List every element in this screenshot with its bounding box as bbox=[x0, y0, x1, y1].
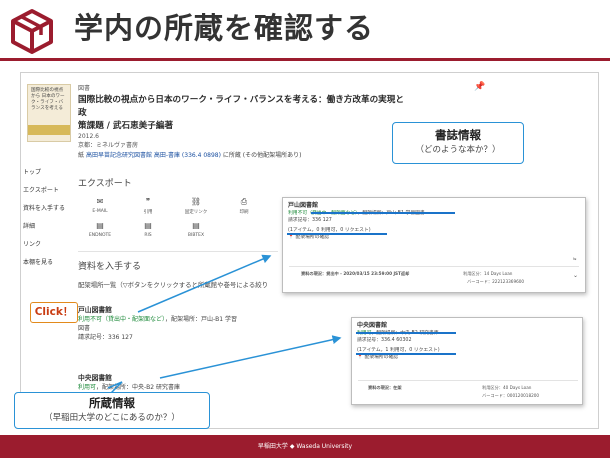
click-badge: Click！ bbox=[30, 302, 78, 323]
holding-status-location: ，配架場所：中央-B2 研究書庫 bbox=[96, 384, 181, 391]
export-bibtex-button[interactable]: ▤ BIBTEX bbox=[174, 221, 218, 238]
popup-item-loan-type: 利用区分：14 Days Loan bbox=[463, 271, 513, 276]
popup-central-library: 中央図書館 利用可，配架場所：中央-B2 研究書庫 請求記号：336.4 603… bbox=[351, 317, 583, 405]
file-icon: ▤ bbox=[192, 221, 200, 230]
book-publisher: 京都：ミネルヴァ書房 bbox=[78, 141, 139, 149]
holding-summary: 紙 高田早苗記念研究図書館 高田-書庫 (336.4 0898) に所蔵 (その… bbox=[78, 151, 408, 160]
material-type: 図書 bbox=[78, 85, 91, 92]
holding-status: 利用可，配架場所：中央-B2 研究書庫 bbox=[78, 383, 278, 392]
link-icon: ⛓ bbox=[190, 197, 202, 206]
callout-bibliographic-info: 書誌情報 （どのような本か？） bbox=[392, 122, 524, 164]
export-ris-label: RIS bbox=[144, 233, 152, 238]
availability-heading: 資料を入手する bbox=[78, 262, 142, 272]
popup-map-link[interactable]: 📍 配架場所の確認 bbox=[288, 234, 425, 241]
popup-item-barcode: バーコード：000120018200 bbox=[482, 393, 540, 398]
book-cover-band bbox=[28, 125, 70, 135]
location-pin-icon: 📍 bbox=[288, 235, 294, 240]
popup-item-loan-type: 利用区分：40 Days Loan bbox=[482, 385, 532, 390]
nav-item-bookshelf[interactable]: 本棚を見る bbox=[23, 259, 83, 267]
holding-status-availability: 利用不可（貸出中・配架面など） bbox=[78, 316, 166, 323]
book-title-line2: 策課題 / 武石恵美子編著 bbox=[78, 121, 174, 131]
holding-entry-central[interactable]: 中央図書館 利用可，配架場所：中央-B2 研究書庫 bbox=[78, 373, 278, 392]
highlight-underline bbox=[311, 212, 455, 214]
location-pin-icon: 📍 bbox=[357, 355, 363, 360]
callout-holding-info: 所蔵情報 （早稲田大学のどこにあるのか？） bbox=[14, 392, 210, 429]
divider bbox=[78, 251, 278, 252]
nav-item-export[interactable]: エクスポート bbox=[23, 187, 83, 195]
holding-suffix: に所蔵 (その他配架場所あり) bbox=[222, 152, 302, 159]
file-icon: ▤ bbox=[144, 221, 152, 230]
book-cover: 国際比較の視点から 日本のワーク・ライフ・バランスを考える bbox=[27, 84, 71, 142]
export-endnote-button[interactable]: ▤ ENDNOTE bbox=[78, 221, 122, 238]
popup-toyama-library: 戸山図書館 利用不可（貸出中・配架面など），配架場所：戸山-B1 学習図書 請求… bbox=[282, 197, 586, 293]
popup-item-status: 資料の現況：在架 bbox=[368, 385, 402, 390]
popup-library-name: 戸山図書館 bbox=[288, 202, 319, 209]
book-cover-text: 国際比較の視点から 日本のワーク・ライフ・バランスを考える bbox=[31, 88, 65, 111]
export-heading: エクスポート bbox=[78, 179, 132, 189]
holding-status: 利用不可（貸出中・配架面など），配架場所：戸山-B1 学習 bbox=[78, 315, 278, 324]
export-ris-button[interactable]: ▤ RIS bbox=[126, 221, 170, 238]
callout-biblio-title: 書誌情報 bbox=[435, 128, 481, 142]
popup-map-link[interactable]: 📍 配架場所の確認 bbox=[357, 354, 440, 361]
slide-header: 学内の所蔵を確認する bbox=[0, 0, 610, 68]
export-email-button[interactable]: ✉ E-MAIL bbox=[78, 197, 122, 214]
popup-call-number: 請求記号：336.4 60302 bbox=[357, 338, 412, 343]
holding-location-cont: 図書 bbox=[78, 325, 91, 332]
popup-item-status: 資料の現況：貸出中 - 2020/03/15 23:59:00 JST返却 bbox=[301, 271, 410, 276]
popup-call-number: 請求記号：336 127 bbox=[288, 218, 332, 223]
holding-library-name: 中央図書館 bbox=[78, 374, 112, 382]
holding-call-number: 請求記号：336 127 bbox=[78, 334, 133, 341]
paper-icon: 紙 bbox=[78, 152, 85, 159]
book-title-line1: 国際比較の視点から日本のワーク・ライフ・バランスを考える：働き方改革の実現と政 bbox=[78, 95, 404, 118]
export-options: ✉ E-MAIL ❞ 引用 ⛓ 固定リンク ⎙ 印刷 ▤ ENDNOTE ▤ R… bbox=[78, 197, 278, 247]
email-icon: ✉ bbox=[96, 197, 104, 206]
nav-item-links[interactable]: リンク bbox=[23, 241, 83, 249]
export-endnote-label: ENDNOTE bbox=[88, 233, 112, 238]
holding-entry-toyama[interactable]: 戸山図書館 利用不可（貸出中・配架面など），配架場所：戸山-B1 学習 図書 請… bbox=[78, 305, 278, 342]
highlight-underline bbox=[356, 332, 456, 334]
divider bbox=[289, 266, 579, 267]
popup-map-label: 配架場所の確認 bbox=[295, 235, 330, 240]
callout-biblio-sub: （どのような本か？） bbox=[415, 145, 501, 155]
export-print-button[interactable]: ⎙ 印刷 bbox=[222, 197, 266, 215]
waseda-cube-logo-icon bbox=[11, 9, 53, 54]
holding-library-link[interactable]: 高田早苗記念研究図書館 高田-書庫 (336.4 0898) bbox=[86, 152, 221, 159]
holding-status-availability: 利用可 bbox=[78, 384, 97, 391]
callout-holding-sub: （早稲田大学のどこにあるのか？） bbox=[44, 413, 180, 423]
export-bibtex-label: BIBTEX bbox=[187, 233, 205, 238]
popup-library-name: 中央図書館 bbox=[357, 322, 388, 329]
filter-icon[interactable]: ⇋ bbox=[573, 256, 577, 261]
page-title: 学内の所蔵を確認する bbox=[74, 11, 375, 45]
export-cite-label: 引用 bbox=[143, 210, 153, 215]
holding-status-location: ，配架場所：戸山-B1 学習 bbox=[165, 316, 238, 323]
availability-filter-hint: 配架場所一覧（▽ボタンをクリックすると所蔵館や巻号による絞り bbox=[78, 281, 269, 289]
export-print-label: 印刷 bbox=[239, 210, 249, 215]
highlight-underline bbox=[356, 353, 456, 355]
divider bbox=[358, 380, 578, 381]
book-year: 2012.6 bbox=[78, 133, 99, 140]
header-rule bbox=[0, 58, 610, 61]
quote-icon: ❞ bbox=[145, 197, 151, 206]
popup-map-label: 配架場所の確認 bbox=[364, 355, 399, 360]
callout-holding-title: 所蔵情報 bbox=[89, 396, 135, 410]
nav-item-top[interactable]: トップ bbox=[23, 169, 83, 177]
book-metadata: 図書 国際比較の視点から日本のワーク・ライフ・バランスを考える：働き方改革の実現… bbox=[78, 85, 408, 160]
holding-library-name: 戸山図書館 bbox=[78, 306, 112, 314]
export-cite-button[interactable]: ❞ 引用 bbox=[126, 197, 170, 215]
left-nav: トップ エクスポート 資料を入手する 詳細 リンク 本棚を見る bbox=[23, 169, 83, 277]
book-title[interactable]: 国際比較の視点から日本のワーク・ライフ・バランスを考える：働き方改革の実現と政 … bbox=[78, 94, 408, 133]
print-icon: ⎙ bbox=[240, 197, 248, 206]
highlight-underline bbox=[287, 233, 387, 235]
chevron-down-icon[interactable]: ⌄ bbox=[573, 272, 578, 279]
export-email-label: E-MAIL bbox=[92, 209, 108, 214]
nav-item-details[interactable]: 詳細 bbox=[23, 223, 83, 231]
popup-item-barcode: バーコード：222123369600 bbox=[467, 279, 525, 284]
nav-item-get-item[interactable]: 資料を入手する bbox=[23, 205, 83, 213]
export-permalink-button[interactable]: ⛓ 固定リンク bbox=[174, 197, 218, 215]
pin-icon[interactable]: 📌 bbox=[474, 82, 485, 92]
export-permalink-label: 固定リンク bbox=[184, 210, 208, 215]
file-icon: ▤ bbox=[96, 221, 104, 230]
footer: 早稲田大学 ◆ Waseda University bbox=[0, 435, 610, 458]
